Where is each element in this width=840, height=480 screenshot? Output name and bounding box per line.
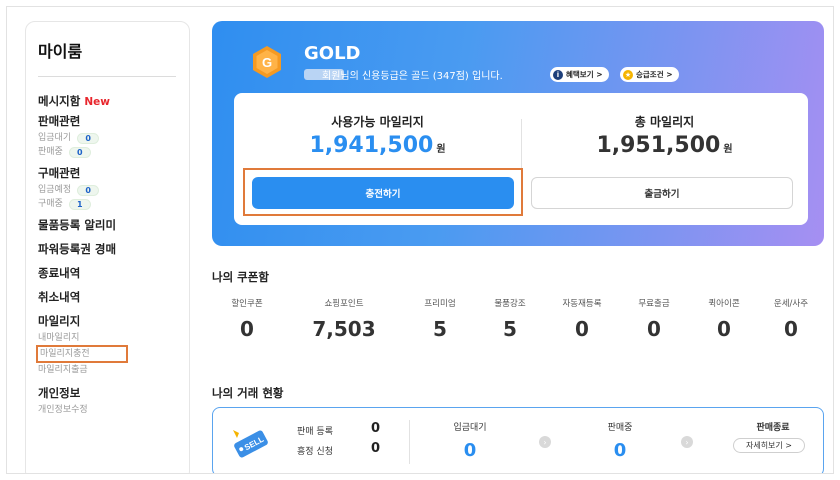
sidebar: 마이룸 메시지함 New 판매관련 입금대기 0 판매중 0 구매관련 입금예정 …	[25, 21, 190, 473]
sell-register-label: 판매 등록	[297, 427, 333, 437]
trade-status-box: SELL 판매 등록 0 흥정 신청 0 입금대기 0 › 판매중 0 › 판매…	[212, 407, 824, 473]
chevron-right-icon: ›	[539, 436, 551, 448]
sidebar-sub-my-mileage[interactable]: 내마일리지	[38, 331, 189, 345]
trade-waiting-label: 입금대기	[453, 423, 487, 433]
coupon-item[interactable]: 자동재등록 0	[546, 297, 618, 341]
trade-selling-label: 판매중	[607, 423, 633, 433]
total-mileage-amount: 1,951,500 원	[521, 133, 808, 158]
medal-icon: ★	[623, 69, 633, 80]
sidebar-title: 마이룸	[38, 42, 83, 61]
charge-button[interactable]: 충전하기	[252, 177, 514, 209]
coupon-label: 프리미엄	[424, 299, 456, 309]
coupon-value: 5	[433, 317, 447, 341]
sidebar-sub-mileage-withdraw[interactable]: 마일리지출금	[38, 363, 189, 377]
coupon-value: 0	[784, 317, 798, 341]
sidebar-sub-personal-edit[interactable]: 개인정보수정	[38, 403, 189, 417]
trade-waiting-count[interactable]: 0	[435, 440, 505, 461]
sidebar-sub-purchase-buying[interactable]: 구매중 1	[38, 197, 189, 211]
coupon-value: 0	[575, 317, 589, 341]
sales-waiting-count: 0	[77, 132, 100, 144]
sidebar-sub-mileage-charge[interactable]: 마일리지충전	[36, 345, 128, 363]
new-badge: New	[84, 96, 110, 108]
coupon-value: 7,503	[312, 317, 376, 341]
sales-waiting-label: 입금대기	[38, 133, 72, 143]
coupon-label: 물품강조	[494, 299, 526, 309]
sidebar-item-sales[interactable]: 판매관련	[38, 111, 189, 131]
sidebar-sub-sales-waiting[interactable]: 입금대기 0	[38, 131, 189, 145]
coupon-section-title: 나의 쿠폰함	[212, 270, 269, 284]
haggle-label: 흥정 신청	[297, 447, 333, 457]
coupon-value: 0	[647, 317, 661, 341]
coupon-label: 운세/사주	[773, 299, 809, 309]
trade-selling-count[interactable]: 0	[585, 440, 655, 461]
purchase-buying-count: 1	[68, 198, 91, 210]
coupon-item[interactable]: 쇼핑포인트 7,503	[294, 297, 394, 341]
available-mileage-amount: 1,941,500 원	[234, 133, 521, 158]
sidebar-divider	[38, 76, 176, 77]
trade-section-title: 나의 거래 현황	[212, 386, 284, 400]
sidebar-item-item-alert[interactable]: 물품등록 알리미	[38, 215, 189, 235]
coupon-label: 할인쿠폰	[231, 299, 263, 309]
coupon-item[interactable]: 무료출금 0	[618, 297, 690, 341]
purchase-buying-label: 구매중	[38, 199, 63, 209]
coupon-label: 자동재등록	[562, 299, 602, 309]
coupon-value: 0	[240, 317, 254, 341]
sales-selling-label: 판매중	[38, 147, 63, 157]
trade-divider	[409, 420, 410, 464]
svg-text:G: G	[262, 55, 272, 70]
purchase-scheduled-label: 입금예정	[38, 185, 72, 195]
won-unit: 원	[723, 144, 733, 155]
sidebar-item-personal[interactable]: 개인정보	[38, 383, 189, 403]
coupon-list: 할인쿠폰 0 쇼핑포인트 7,503 프리미엄 5 물품강조 5 자동재등록 0…	[212, 297, 824, 361]
sidebar-item-purchase[interactable]: 구매관련	[38, 163, 189, 183]
coupon-value: 5	[503, 317, 517, 341]
gold-grade-icon: G	[253, 46, 281, 78]
upgrade-condition-button[interactable]: ★ 승급조건 >	[620, 67, 679, 82]
sales-selling-count: 0	[68, 146, 91, 158]
trade-finished-label: 판매종료	[756, 423, 790, 433]
grade-message: 회원님의 신용등급은 골드 (347점) 입니다.	[322, 71, 503, 82]
detail-button[interactable]: 자세히보기 >	[733, 438, 805, 453]
purchase-scheduled-count: 0	[77, 184, 100, 196]
sidebar-item-cancelled[interactable]: 취소내역	[38, 287, 189, 307]
sell-register-count[interactable]: 0	[371, 421, 380, 436]
info-icon: i	[553, 69, 563, 80]
message-box-label: 메시지함	[38, 94, 81, 108]
haggle-count[interactable]: 0	[371, 441, 380, 456]
sidebar-item-completed[interactable]: 종료내역	[38, 263, 189, 283]
coupon-item[interactable]: 할인쿠폰 0	[212, 297, 282, 341]
withdraw-button[interactable]: 출금하기	[531, 177, 793, 209]
coupon-item[interactable]: 퀵아이콘 0	[688, 297, 760, 341]
benefit-button[interactable]: i 혜택보기 >	[550, 67, 609, 82]
coupon-value: 0	[717, 317, 731, 341]
available-amount-value: 1,941,500	[309, 133, 434, 158]
sell-tag-icon: SELL	[233, 430, 268, 458]
sidebar-item-message-box[interactable]: 메시지함 New	[38, 91, 189, 111]
total-mileage-label: 총 마일리지	[634, 115, 695, 129]
sidebar-item-power-auction[interactable]: 파워등록권 경매	[38, 239, 189, 259]
sidebar-sub-sales-selling[interactable]: 판매중 0	[38, 145, 189, 159]
grade-title: GOLD	[304, 43, 361, 64]
page-frame: 마이룸 메시지함 New 판매관련 입금대기 0 판매중 0 구매관련 입금예정 …	[6, 6, 834, 474]
sidebar-sub-purchase-scheduled[interactable]: 입금예정 0	[38, 183, 189, 197]
mileage-banner: G GOLD 회원님의 신용등급은 골드 (347점) 입니다. i 혜택보기 …	[212, 21, 824, 246]
coupon-label: 무료출금	[638, 299, 670, 309]
available-mileage-label: 사용가능 마일리지	[331, 115, 424, 129]
mileage-card: 사용가능 마일리지 1,941,500 원 총 마일리지 1,951,500 원 충…	[234, 93, 808, 225]
chevron-right-icon: ›	[681, 436, 693, 448]
total-amount-value: 1,951,500	[596, 133, 721, 158]
coupon-item[interactable]: 프리미엄 5	[410, 297, 470, 341]
sidebar-item-mileage[interactable]: 마일리지	[38, 311, 189, 331]
coupon-label: 퀵아이콘	[708, 299, 740, 309]
coupon-label: 쇼핑포인트	[324, 299, 364, 309]
won-unit: 원	[436, 144, 446, 155]
coupon-item[interactable]: 물품강조 5	[474, 297, 546, 341]
coupon-item[interactable]: 운세/사주 0	[758, 297, 824, 341]
